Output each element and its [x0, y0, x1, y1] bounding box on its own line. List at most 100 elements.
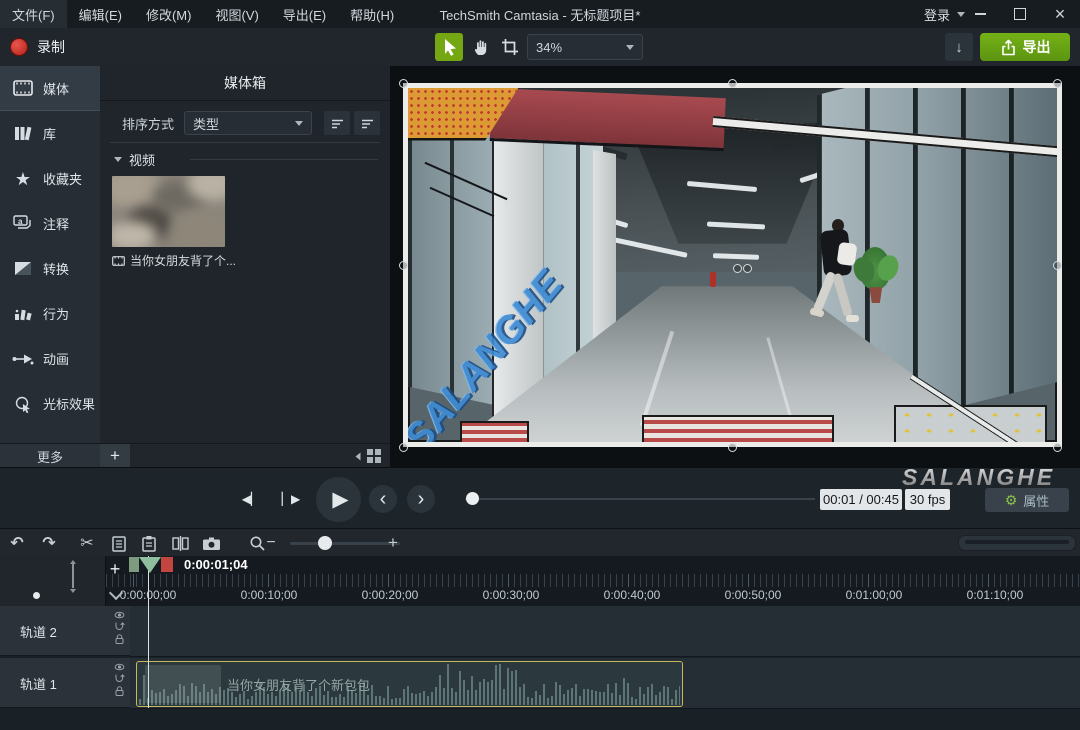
chevron-right-icon: ›: [418, 488, 425, 511]
maximize-button[interactable]: [1000, 0, 1040, 28]
selection-handle[interactable]: [399, 79, 408, 88]
record-label: 录制: [37, 37, 65, 57]
more-tools-button[interactable]: 更多: [0, 443, 100, 468]
step-forward-button[interactable]: ▏▶: [278, 486, 304, 512]
download-button[interactable]: ↓: [945, 33, 973, 61]
paste-button[interactable]: [136, 529, 162, 557]
sidebar-item-animations[interactable]: 动画: [0, 336, 100, 381]
menu-edit[interactable]: 编辑(E): [67, 0, 134, 28]
next-clip-button[interactable]: ›: [407, 485, 435, 513]
video-preview[interactable]: SALANGHE: [403, 83, 1062, 447]
lock-icon[interactable]: [114, 686, 125, 696]
playhead-handle[interactable]: [139, 557, 161, 573]
preview-canvas[interactable]: SALANGHE: [390, 66, 1080, 467]
track-2-header[interactable]: 轨道 2: [0, 606, 130, 656]
seek-knob[interactable]: [466, 492, 479, 505]
crop-tool-button[interactable]: [496, 33, 524, 61]
minimize-icon: [975, 13, 986, 15]
video-section-toggle[interactable]: 视频: [114, 150, 155, 169]
ruler-label: 0:00:20;00: [362, 588, 419, 602]
center-handle[interactable]: [733, 264, 742, 273]
screenshot-button[interactable]: [197, 529, 225, 557]
menu-export[interactable]: 导出(E): [271, 0, 338, 28]
lock-icon[interactable]: [114, 634, 125, 644]
undo-button[interactable]: ↶: [4, 529, 30, 557]
selection-handle[interactable]: [399, 443, 408, 452]
loop-icon[interactable]: [114, 622, 125, 631]
sidebar-item-label: 行为: [43, 304, 69, 323]
scene-sparkle-patch: [894, 405, 1047, 442]
timeline-clip[interactable]: 当你女朋友背了个新包包: [136, 661, 683, 707]
ruler-label: 0:00:40;00: [604, 588, 661, 602]
selection-handle[interactable]: [728, 79, 737, 88]
track-height-slider[interactable]: [72, 564, 74, 588]
play-button[interactable]: ▶: [316, 477, 361, 522]
visibility-icon[interactable]: [114, 611, 125, 619]
canvas-zoom-select[interactable]: 34%: [527, 34, 643, 60]
export-button[interactable]: 导出: [980, 33, 1070, 61]
ruler-label: 0:01:00;00: [846, 588, 903, 602]
plus-icon: +: [388, 533, 398, 553]
sort-ascending-button[interactable]: [324, 111, 350, 135]
center-handle[interactable]: [743, 264, 752, 273]
sort-descending-button[interactable]: [354, 111, 380, 135]
menu-help[interactable]: 帮助(H): [338, 0, 406, 28]
sidebar-item-library[interactable]: 库: [0, 111, 100, 156]
view-mode-toggle[interactable]: [354, 448, 382, 464]
timeline-scrollbar[interactable]: [958, 535, 1076, 551]
close-button[interactable]: ×: [1040, 0, 1080, 28]
star-icon: ★: [12, 170, 34, 188]
scene-extinguisher: [710, 272, 716, 287]
selection-handle[interactable]: [1053, 443, 1062, 452]
sidebar-item-transitions[interactable]: 转换: [0, 246, 100, 291]
add-track-button[interactable]: +: [100, 558, 130, 580]
loop-icon[interactable]: [114, 674, 125, 683]
copy-button[interactable]: [106, 529, 132, 557]
playhead-out-marker[interactable]: [161, 557, 173, 572]
selection-handle[interactable]: [728, 443, 737, 452]
add-media-button[interactable]: +: [100, 444, 130, 468]
sidebar-item-media[interactable]: 媒体: [0, 66, 100, 111]
properties-button[interactable]: ⚙ 属性: [985, 488, 1069, 512]
record-button[interactable]: 录制: [10, 28, 65, 66]
playhead-line[interactable]: [148, 556, 149, 708]
download-icon: ↓: [955, 39, 963, 56]
media-clip-thumbnail[interactable]: [112, 176, 225, 247]
menu-file[interactable]: 文件(F): [0, 0, 67, 28]
visibility-icon[interactable]: [114, 663, 125, 671]
sidebar-item-annotations[interactable]: a 注释: [0, 201, 100, 246]
select-tool-button[interactable]: [435, 33, 463, 61]
redo-button[interactable]: ↷: [36, 529, 62, 557]
menu-modify[interactable]: 修改(M): [134, 0, 204, 28]
pan-tool-button[interactable]: [466, 33, 494, 61]
sort-type-select[interactable]: 类型: [184, 111, 312, 135]
sidebar-item-behaviors[interactable]: 行为: [0, 291, 100, 336]
menu-view[interactable]: 视图(V): [203, 0, 270, 28]
sidebar-item-cursor-effects[interactable]: 光标效果: [0, 381, 100, 426]
zoom-in-button[interactable]: +: [380, 529, 406, 557]
playhead-in-marker[interactable]: [129, 557, 139, 572]
split-button[interactable]: [167, 529, 193, 557]
seek-track[interactable]: [465, 498, 815, 500]
track-1-header[interactable]: 轨道 1: [0, 658, 130, 708]
collapse-tracks-button[interactable]: [104, 584, 128, 602]
track-height-dot[interactable]: [33, 592, 40, 599]
sort-desc-icon: [360, 117, 375, 130]
selection-handle[interactable]: [1053, 261, 1062, 270]
play-icon: ▶: [332, 487, 348, 512]
scene-comic-red-bar: [490, 88, 726, 151]
selection-handle[interactable]: [399, 261, 408, 270]
minimize-button[interactable]: [960, 0, 1000, 28]
login-menu[interactable]: 登录: [924, 0, 965, 28]
maximize-icon: [1014, 8, 1026, 20]
zoom-slider-knob[interactable]: [318, 536, 332, 550]
track-2-lane[interactable]: [130, 606, 1080, 657]
selection-handle[interactable]: [1053, 79, 1062, 88]
prev-clip-button[interactable]: ‹: [369, 485, 397, 513]
cut-button[interactable]: ✂: [74, 529, 100, 557]
fps-display: 30 fps: [905, 489, 950, 510]
step-back-button[interactable]: ◀▏: [238, 486, 264, 512]
sidebar-item-favorites[interactable]: ★ 收藏夹: [0, 156, 100, 201]
zoom-out-button[interactable]: −: [258, 529, 284, 557]
camera-icon: [202, 536, 221, 551]
